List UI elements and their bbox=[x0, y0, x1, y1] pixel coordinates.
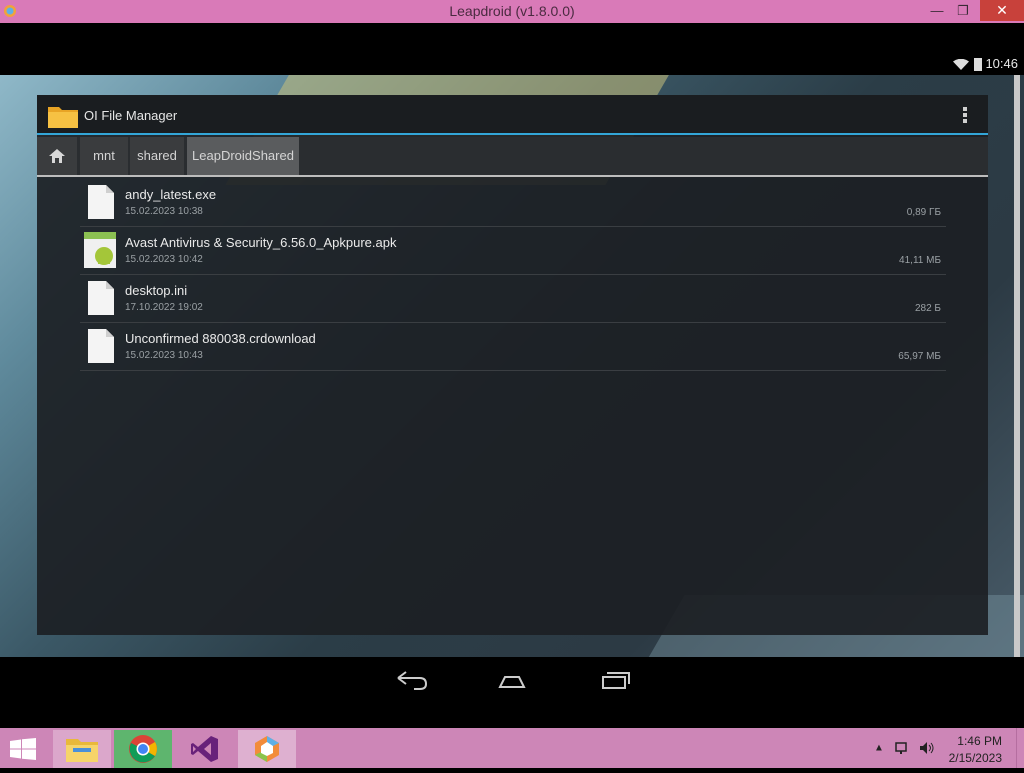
list-item[interactable]: desktop.ini 17.10.2022 19:02 282 Б bbox=[80, 275, 946, 323]
list-item[interactable]: Avast Antivirus & Security_6.56.0_Apkpur… bbox=[80, 227, 946, 275]
clock-time: 1:46 PM bbox=[957, 734, 1002, 748]
list-item[interactable]: andy_latest.exe 15.02.2023 10:38 0,89 ГБ bbox=[80, 179, 946, 227]
breadcrumb-home-button[interactable] bbox=[37, 137, 77, 175]
chrome-icon bbox=[129, 735, 157, 763]
overflow-menu-icon[interactable] bbox=[957, 105, 973, 127]
clock-date: 2/15/2023 bbox=[948, 751, 1002, 765]
breadcrumb-item-shared[interactable]: shared bbox=[130, 137, 184, 175]
window-titlebar[interactable]: Leapdroid (v1.8.0.0) — ❐ ✕ bbox=[0, 0, 1024, 23]
battery-icon bbox=[974, 58, 982, 71]
close-button[interactable]: ✕ bbox=[980, 0, 1024, 21]
recent-apps-icon[interactable] bbox=[595, 665, 635, 691]
file-date: 15.02.2023 10:38 bbox=[125, 206, 203, 217]
folder-icon bbox=[48, 107, 78, 128]
taskbar-chrome[interactable] bbox=[114, 730, 172, 768]
file-date: 17.10.2022 19:02 bbox=[125, 302, 203, 313]
file-icon bbox=[88, 329, 114, 363]
file-icon bbox=[88, 185, 114, 219]
breadcrumb: mnt shared LeapDroidShared bbox=[37, 137, 988, 177]
taskbar-file-explorer[interactable] bbox=[53, 730, 111, 768]
apk-icon bbox=[84, 232, 116, 268]
volume-icon[interactable] bbox=[919, 741, 935, 755]
file-date: 15.02.2023 10:43 bbox=[125, 350, 203, 361]
windows-start-icon[interactable] bbox=[10, 738, 36, 760]
file-icon bbox=[88, 281, 114, 315]
taskbar-leapdroid[interactable] bbox=[238, 730, 296, 768]
app-title: OI File Manager bbox=[84, 108, 178, 123]
visual-studio-icon bbox=[191, 736, 218, 762]
file-explorer-icon bbox=[66, 739, 98, 762]
action-bar: OI File Manager bbox=[37, 95, 988, 135]
taskbar-clock[interactable]: 1:46 PM 2/15/2023 bbox=[949, 733, 1002, 767]
scrollbar[interactable] bbox=[1014, 75, 1020, 657]
wifi-icon bbox=[953, 59, 969, 70]
home-nav-icon[interactable] bbox=[492, 665, 532, 691]
file-manager-window: OI File Manager mnt shared LeapDroidShar… bbox=[37, 95, 988, 635]
file-size: 0,89 ГБ bbox=[906, 207, 941, 218]
android-status-bar: 10:46 bbox=[0, 52, 1024, 76]
breadcrumb-item-mnt[interactable]: mnt bbox=[80, 137, 128, 175]
taskbar-visual-studio[interactable] bbox=[176, 730, 234, 768]
android-nav-bar bbox=[0, 657, 1024, 728]
show-hidden-icons-button[interactable]: ▲ bbox=[874, 743, 884, 754]
window-title: Leapdroid (v1.8.0.0) bbox=[449, 3, 575, 19]
breadcrumb-item-leapdroidshared[interactable]: LeapDroidShared bbox=[187, 137, 299, 175]
list-item[interactable]: Unconfirmed 880038.crdownload 15.02.2023… bbox=[80, 323, 946, 371]
windows-taskbar: ▲ 1:46 PM 2/15/2023 bbox=[0, 728, 1024, 768]
file-name: andy_latest.exe bbox=[125, 187, 217, 202]
status-time: 10:46 bbox=[985, 56, 1018, 71]
file-list: andy_latest.exe 15.02.2023 10:38 0,89 ГБ… bbox=[80, 179, 946, 371]
network-icon[interactable] bbox=[894, 741, 911, 755]
show-desktop-button[interactable] bbox=[1016, 728, 1024, 768]
file-name: Avast Antivirus & Security_6.56.0_Apkpur… bbox=[125, 235, 397, 250]
leapdroid-icon bbox=[255, 736, 279, 762]
back-icon[interactable] bbox=[392, 665, 432, 691]
home-icon bbox=[49, 149, 65, 163]
file-size: 65,97 МБ bbox=[898, 351, 941, 362]
tray-area: ▲ bbox=[874, 741, 935, 755]
file-size: 41,11 МБ bbox=[899, 255, 941, 266]
file-size: 282 Б bbox=[914, 303, 941, 314]
file-date: 15.02.2023 10:42 bbox=[125, 254, 203, 265]
maximize-button[interactable]: ❐ bbox=[948, 0, 978, 21]
file-name: desktop.ini bbox=[125, 283, 188, 298]
file-name: Unconfirmed 880038.crdownload bbox=[125, 331, 316, 346]
